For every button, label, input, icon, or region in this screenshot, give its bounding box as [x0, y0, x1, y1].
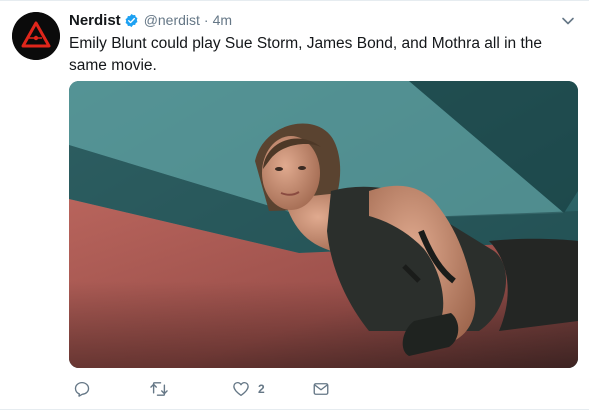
timestamp[interactable]: 4m [213, 12, 232, 28]
tweet-card[interactable]: Nerdist @nerdist · 4m Emily Blunt could … [0, 0, 589, 410]
avatar[interactable] [12, 12, 60, 60]
retweet-button[interactable] [149, 378, 177, 400]
chevron-down-icon[interactable] [560, 14, 576, 26]
verified-badge-icon [124, 13, 139, 28]
separator-dot: · [203, 12, 209, 28]
user-handle[interactable]: @nerdist [144, 12, 200, 28]
envelope-icon [313, 383, 329, 395]
tweet-text: Emily Blunt could play Sue Storm, James … [69, 35, 542, 74]
retweet-icon [150, 382, 168, 396]
like-button[interactable]: 2 [232, 378, 265, 400]
reply-icon [74, 381, 90, 397]
heart-icon [233, 381, 249, 397]
like-count: 2 [258, 382, 265, 396]
divider [0, 0, 589, 1]
direct-message-button[interactable] [312, 378, 330, 400]
photo-image [69, 81, 578, 368]
reply-button[interactable] [73, 378, 99, 400]
nerdist-logo-icon [12, 12, 60, 60]
tweet-actions: 2 [69, 378, 369, 400]
display-name[interactable]: Nerdist [69, 12, 121, 29]
tweet-header: Nerdist @nerdist · 4m [69, 10, 232, 30]
tweet-photo[interactable] [69, 81, 578, 368]
